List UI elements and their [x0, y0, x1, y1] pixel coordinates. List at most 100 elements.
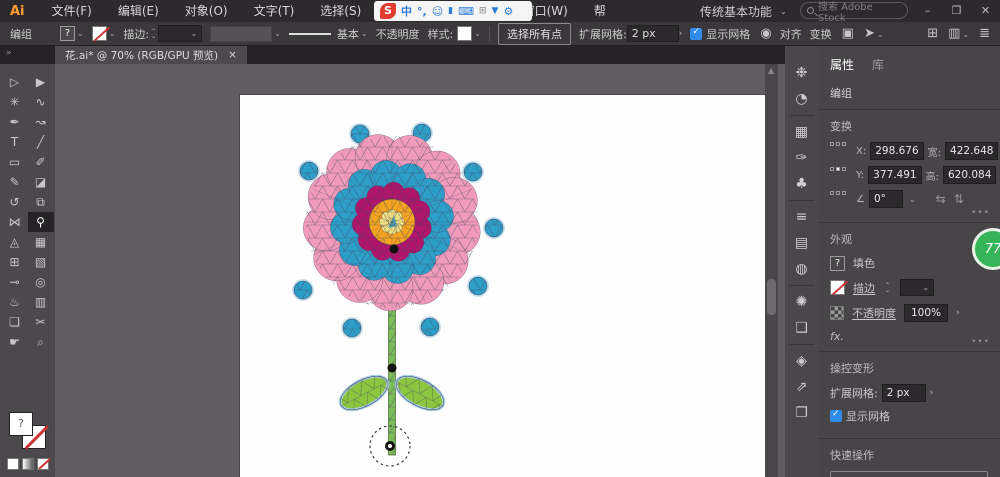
workspace-switcher[interactable]: 传统基本功能 ⌄ [700, 0, 787, 22]
expand-mesh-input[interactable]: 2 px [882, 384, 926, 402]
puppet-pin[interactable] [390, 245, 399, 254]
shape-builder-tool-icon[interactable]: ◬ [2, 232, 28, 252]
globe-icon[interactable]: ◉ [760, 26, 771, 41]
chevron-down-icon[interactable]: ⌄ [109, 29, 116, 38]
none-button[interactable] [37, 458, 49, 470]
arrange-documents-icon[interactable]: ⊞ [927, 26, 938, 41]
width-tool-icon[interactable]: ⋈ [2, 212, 28, 232]
gradient-tool-icon[interactable]: ▧ [28, 252, 54, 272]
close-button[interactable]: ✕ [971, 0, 1000, 22]
stroke-weight-dropdown[interactable]: ⌄ [158, 25, 202, 42]
pencil-tool-icon[interactable]: ✎ [2, 172, 28, 192]
align-menu[interactable]: 对齐 [780, 26, 802, 42]
ime-handwriting-icon[interactable]: ⊞ [479, 6, 487, 16]
select-all-points-button[interactable]: 选择所有点 [830, 471, 988, 477]
magic-wand-tool-icon[interactable]: ✳ [2, 92, 28, 112]
document-layout-icon[interactable]: ▥⌄ [948, 26, 969, 41]
style-swatch[interactable] [457, 26, 472, 41]
menu-item-3[interactable]: 文字(T) [241, 0, 308, 22]
stock-search-input[interactable]: 搜索 Adobe Stock [800, 2, 908, 19]
expand-mesh-input[interactable]: 2 px [627, 25, 679, 42]
minimize-button[interactable]: – [913, 0, 942, 22]
control-bar-menu-icon[interactable]: ≣ [979, 26, 990, 41]
appearance-more-options[interactable]: ••• [971, 337, 990, 347]
x-input[interactable]: 298.676 [870, 142, 923, 160]
eyedropper-tool-icon[interactable]: ⊸ [2, 272, 28, 292]
slice-tool-icon[interactable]: ✂ [28, 312, 54, 332]
chevron-down-icon[interactable]: ⌄ [361, 29, 368, 38]
expand-mesh-spinner[interactable]: › [930, 388, 934, 398]
ime-mic-icon[interactable]: ▮ [448, 6, 453, 16]
stroke-weight-stepper[interactable]: ⌃⌄ [151, 29, 156, 39]
zoom-tool-icon[interactable]: ⌕ [28, 332, 54, 352]
reference-point-grid[interactable] [830, 142, 846, 214]
chevron-down-icon[interactable]: ⌄ [474, 29, 481, 38]
blue-dot[interactable] [483, 217, 505, 239]
graph-tool-icon[interactable]: ▥ [28, 292, 54, 312]
stroke-icon[interactable]: ≡ [785, 204, 818, 230]
mesh-tool-icon[interactable]: ⊞ [2, 252, 28, 272]
ime-lang-toggle[interactable]: 中 [401, 3, 412, 19]
fill-label[interactable]: 填色 [853, 255, 875, 271]
sogou-logo-icon[interactable]: S [380, 3, 396, 19]
blue-dot[interactable] [292, 279, 314, 301]
blue-dot[interactable] [467, 275, 489, 297]
opacity-input[interactable]: 100% [904, 304, 948, 322]
leaf-left[interactable] [335, 369, 393, 416]
flip-horizontal-icon[interactable]: ⇆ [936, 192, 946, 206]
tab-libraries[interactable]: 库 [872, 56, 884, 73]
stroke-weight-dropdown[interactable]: ⌄ [900, 279, 934, 296]
brush-definition-dropdown[interactable]: 基本 [337, 26, 359, 42]
transparency-icon[interactable]: ◍ [785, 256, 818, 282]
type-tool-icon[interactable]: T [2, 132, 28, 152]
opacity-label[interactable]: 不透明度 [852, 305, 896, 321]
opacity-label[interactable]: 不透明度 [376, 26, 420, 42]
menu-item-8[interactable]: 帮 [581, 0, 619, 22]
puppet-pin[interactable] [388, 364, 397, 373]
stroke-swatch[interactable] [830, 280, 845, 295]
blend-tool-icon[interactable]: ◎ [28, 272, 54, 292]
fill-swatch[interactable]: ? [830, 256, 845, 271]
menu-item-1[interactable]: 编辑(E) [105, 0, 172, 22]
paintbrush-tool-icon[interactable]: ✐ [28, 152, 54, 172]
gradient-icon[interactable]: ▤ [785, 230, 818, 256]
transform-more-options[interactable]: ••• [971, 208, 990, 218]
chevron-down-icon[interactable]: ⌄ [77, 29, 84, 38]
bounding-box-icon[interactable]: ▣ [842, 26, 854, 41]
tab-close-icon[interactable]: × [228, 49, 237, 61]
symbol-sprayer-tool-icon[interactable]: ♨ [2, 292, 28, 312]
width-profile-dropdown[interactable] [210, 26, 272, 42]
flower-artwork[interactable] [240, 95, 768, 477]
ime-skin-icon[interactable]: ▼ [492, 6, 499, 16]
fx-button[interactable]: fx. [830, 330, 988, 343]
direct-selection-tool-icon[interactable]: ▷ [2, 72, 28, 92]
graphic-styles-icon[interactable]: ❑ [785, 315, 818, 341]
stroke-label[interactable]: 描边 [853, 280, 875, 296]
show-mesh-checkbox[interactable] [690, 28, 702, 40]
gradient-button[interactable] [22, 458, 34, 470]
restore-button[interactable]: ❐ [942, 0, 971, 22]
lasso-tool-icon[interactable]: ∿ [28, 92, 54, 112]
menu-item-0[interactable]: 文件(F) [39, 0, 105, 22]
swatches-icon[interactable]: ▦ [785, 119, 818, 145]
menu-item-2[interactable]: 对象(O) [172, 0, 241, 22]
transform-menu[interactable]: 变换 [810, 26, 832, 42]
fill-stroke-indicator[interactable]: ? [9, 412, 47, 450]
ime-keyboard-icon[interactable]: ⌨ [458, 5, 474, 18]
color-guide-icon[interactable]: ◔ [785, 86, 818, 112]
artboards-icon[interactable]: ❐ [785, 400, 818, 426]
select-all-points-button[interactable]: 选择所有点 [498, 23, 571, 45]
flip-vertical-icon[interactable]: ⇅ [954, 192, 964, 206]
document-tab[interactable]: 花.ai* @ 70% (RGB/GPU 预览) × [55, 46, 247, 64]
line-tool-icon[interactable]: ╱ [28, 132, 54, 152]
brushes-icon[interactable]: ✑ [785, 145, 818, 171]
ime-emoji-icon[interactable]: ☺ [432, 5, 443, 18]
artboard-tool-icon[interactable]: ❏ [2, 312, 28, 332]
width-input[interactable]: 422.648 [945, 142, 998, 160]
curvature-tool-icon[interactable]: ↝ [28, 112, 54, 132]
pen-tool-icon[interactable]: ✒ [2, 112, 28, 132]
blue-dot[interactable] [419, 316, 441, 338]
ime-wrench-icon[interactable]: ⚙ [503, 5, 513, 18]
rotate-input[interactable]: 0° [869, 190, 903, 208]
scroll-up-icon[interactable]: ▲ [768, 66, 774, 75]
